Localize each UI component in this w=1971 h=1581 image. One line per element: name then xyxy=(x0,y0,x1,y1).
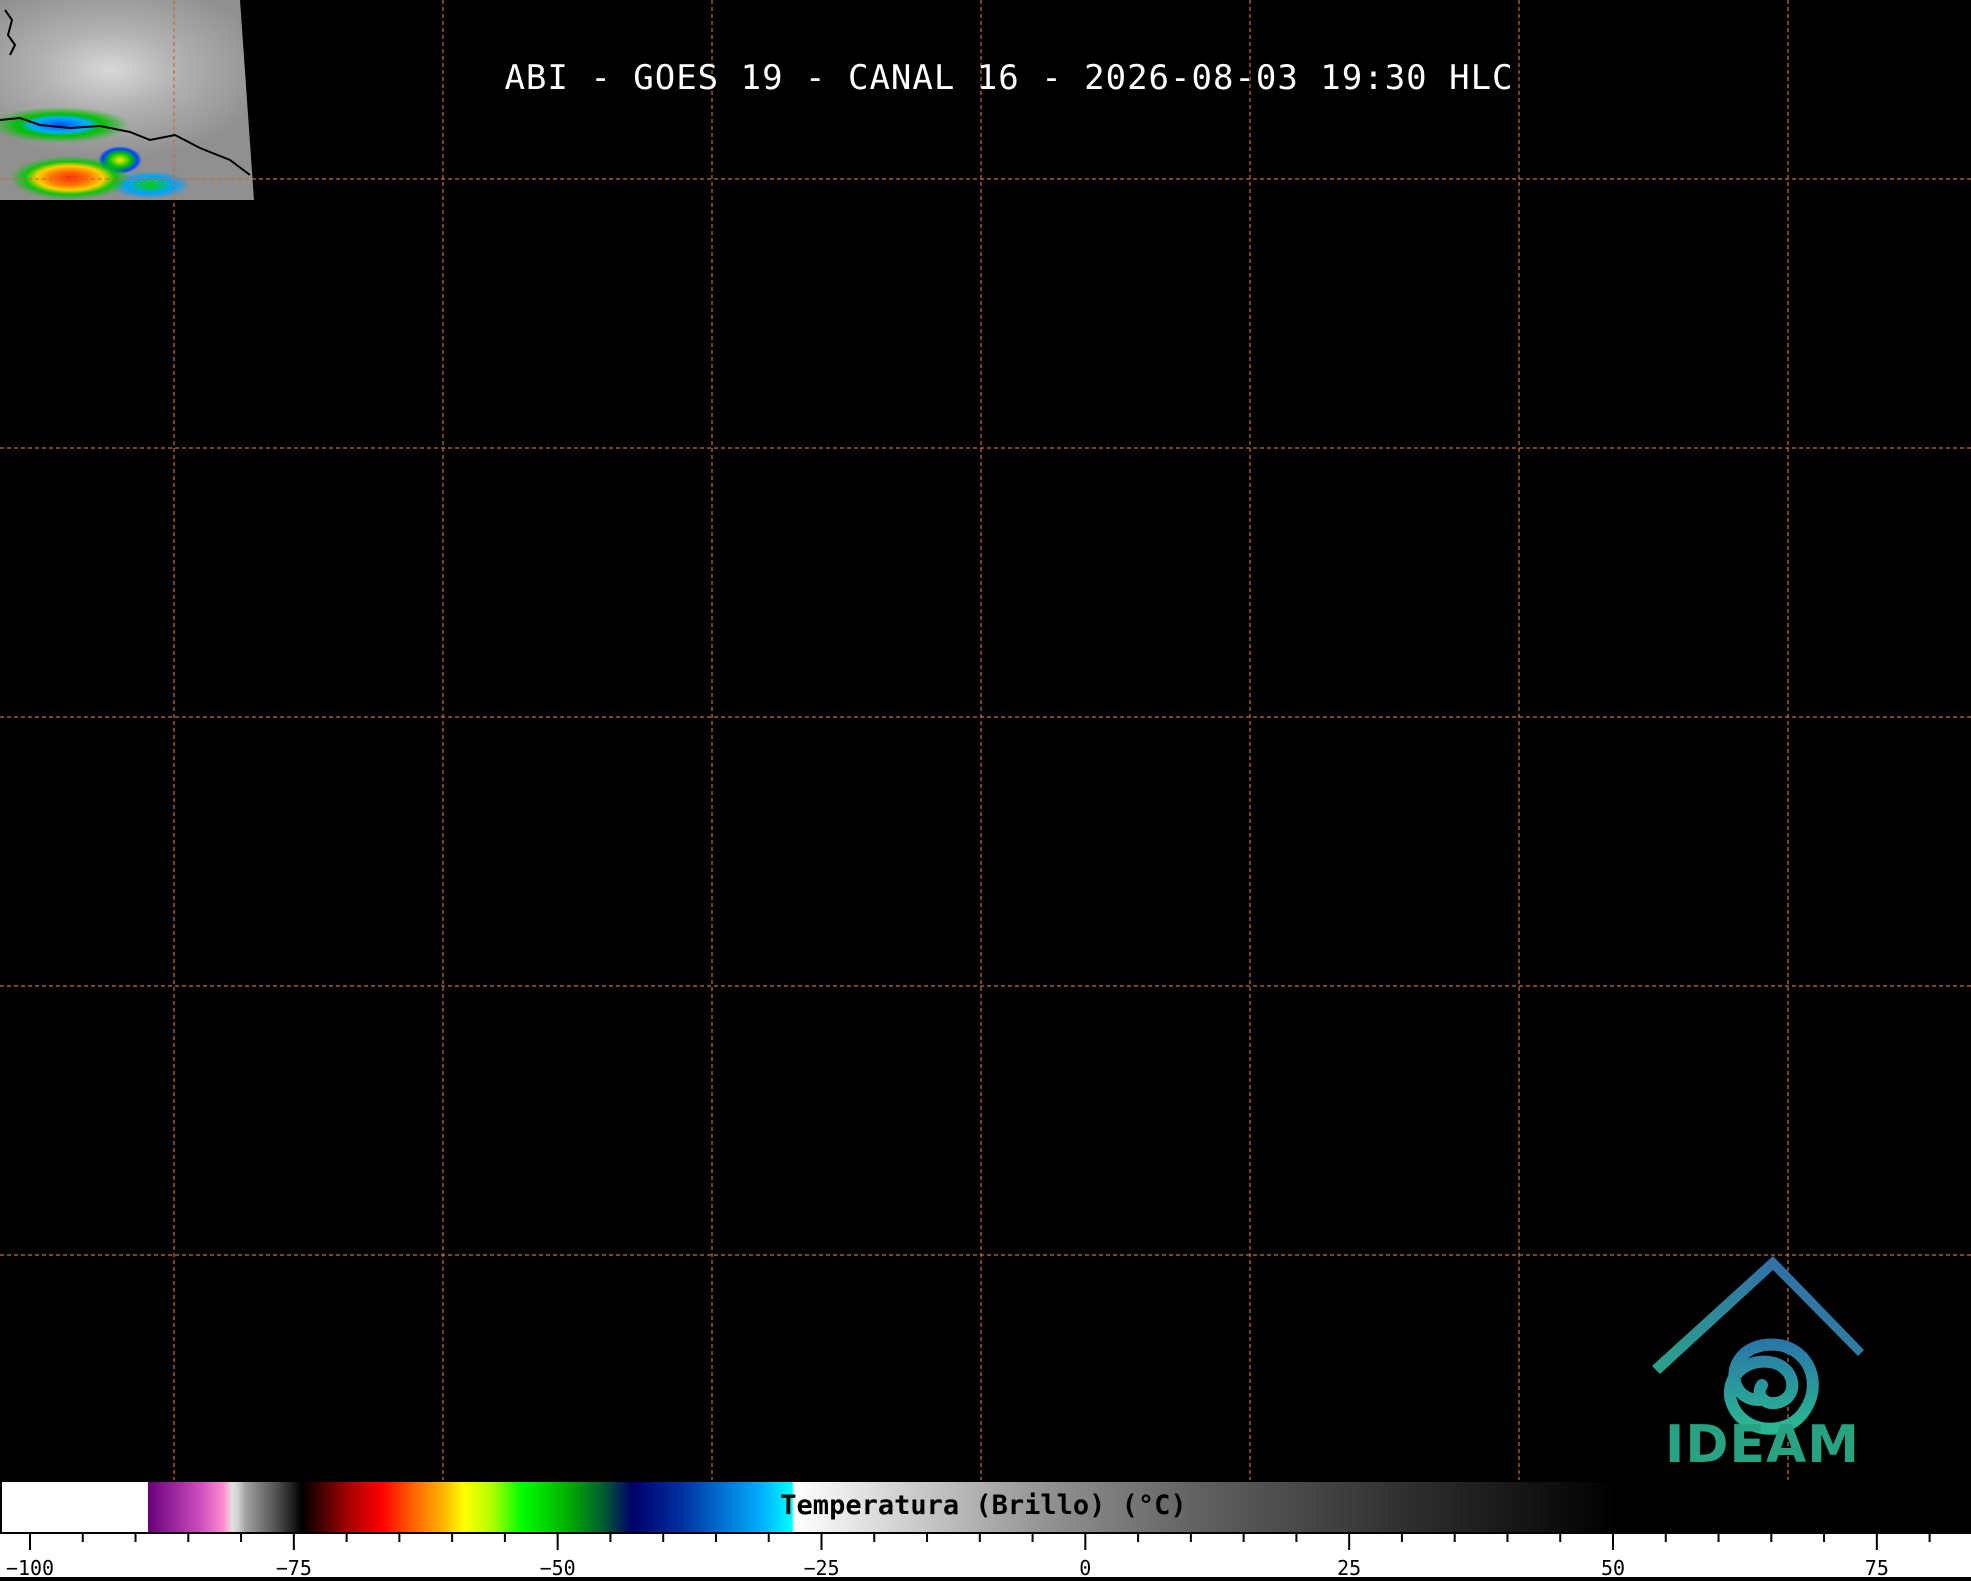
tick-label: −100 xyxy=(5,1556,55,1580)
tick-label: −50 xyxy=(539,1556,576,1580)
map-title: ABI - GOES 19 - CANAL 16 - 2026-08-03 19… xyxy=(504,58,1514,98)
ideam-logo-text: IDEAM xyxy=(1665,1415,1861,1475)
tick-label: 25 xyxy=(1337,1556,1362,1580)
tick-label: 50 xyxy=(1600,1556,1626,1580)
coastline-island xyxy=(4,9,17,56)
satellite-map: ABI - GOES 19 - CANAL 16 - 2026-08-03 19… xyxy=(0,0,1971,1577)
coastline xyxy=(0,116,251,176)
tick-label: 0 xyxy=(1079,1556,1092,1580)
tick-label: −25 xyxy=(803,1556,840,1580)
colorbar-label: Temperatura (Brillo) (°C) xyxy=(780,1490,1187,1521)
tick-label: 75 xyxy=(1864,1556,1889,1580)
tick-label: −75 xyxy=(275,1556,312,1580)
